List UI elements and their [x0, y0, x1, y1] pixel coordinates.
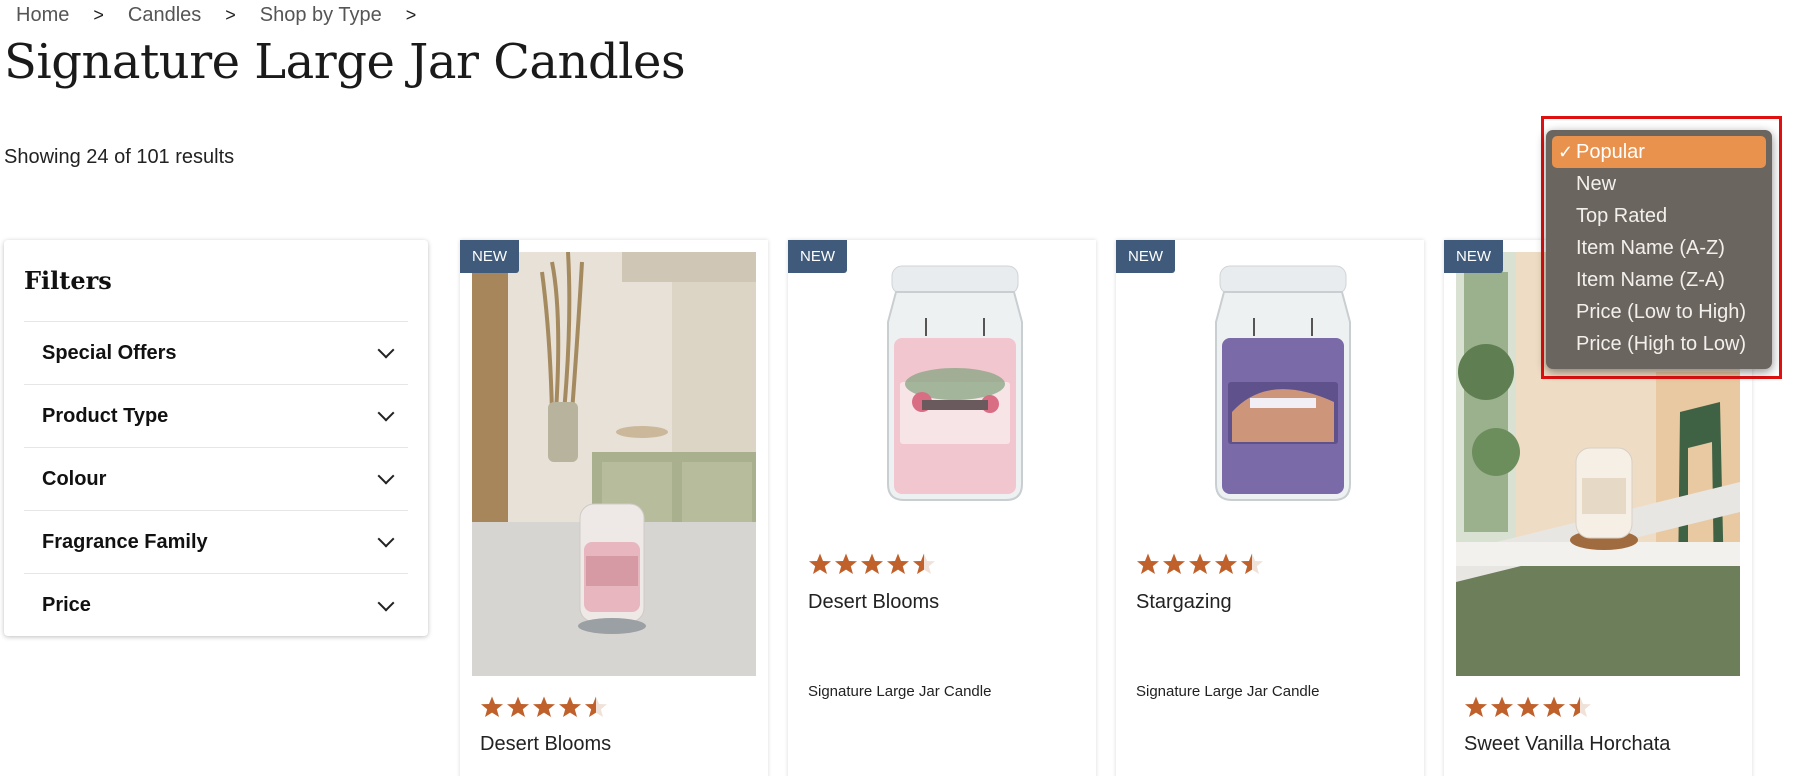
product-name[interactable]: Desert Blooms — [808, 591, 939, 614]
new-badge: NEW — [1116, 240, 1175, 273]
sort-option-label: Top Rated — [1576, 205, 1668, 227]
page-title: Signature Large Jar Candles — [4, 34, 686, 90]
sort-option-top-rated[interactable]: Top Rated — [1552, 200, 1766, 232]
filter-label: Fragrance Family — [42, 530, 208, 553]
star-full-icon — [1543, 696, 1565, 717]
new-badge: NEW — [1444, 240, 1503, 273]
sort-option-price-low-high[interactable]: Price (Low to High) — [1552, 296, 1766, 328]
sort-option-label: Item Name (Z-A) — [1576, 269, 1725, 291]
new-badge: NEW — [788, 240, 847, 273]
star-half-icon — [585, 696, 607, 717]
star-full-icon — [1465, 696, 1487, 717]
star-full-icon — [861, 553, 883, 574]
results-count: Showing 24 of 101 results — [4, 146, 235, 168]
product-image[interactable] — [1128, 252, 1412, 512]
rating-stars — [808, 552, 936, 576]
product-name[interactable]: Sweet Vanilla Horchata — [1464, 733, 1670, 756]
product-name[interactable]: Stargazing — [1136, 591, 1232, 614]
product-card[interactable]: NEW Stargazing Signature Large Jar Candl… — [1116, 240, 1424, 776]
sort-option-new[interactable]: New — [1552, 168, 1766, 200]
filter-fragrance-family[interactable]: Fragrance Family — [24, 511, 408, 574]
breadcrumb-candles-link[interactable]: Candles — [128, 4, 201, 27]
sort-option-popular[interactable]: ✓ Popular — [1552, 136, 1766, 168]
breadcrumb-home-link[interactable]: Home — [16, 4, 69, 27]
chevron-down-icon — [377, 467, 395, 485]
star-full-icon — [481, 696, 503, 717]
breadcrumb-separator: > — [93, 5, 104, 25]
product-image[interactable] — [472, 252, 756, 676]
sort-dropdown-menu[interactable]: ✓ Popular New Top Rated Item Name (A-Z) … — [1546, 130, 1772, 369]
rating-stars — [1136, 552, 1264, 576]
star-half-icon — [1241, 553, 1263, 574]
star-full-icon — [835, 553, 857, 574]
rating-stars — [1464, 695, 1592, 719]
star-full-icon — [1517, 696, 1539, 717]
star-half-icon — [913, 553, 935, 574]
star-full-icon — [1137, 553, 1159, 574]
star-full-icon — [1163, 553, 1185, 574]
breadcrumb-separator: > — [405, 5, 417, 25]
checkmark-icon: ✓ — [1558, 142, 1574, 162]
product-type: Signature Large Jar Candle — [808, 683, 992, 700]
filters-panel: Filters Special Offers Product Type Colo… — [4, 240, 428, 636]
chevron-down-icon — [377, 594, 395, 611]
product-type: Signature Large Jar Candle — [1136, 683, 1320, 700]
sort-option-label: Popular — [1576, 141, 1645, 163]
star-full-icon — [887, 553, 909, 574]
filter-colour[interactable]: Colour — [24, 448, 408, 511]
filters-title: Filters — [24, 266, 408, 322]
filter-price[interactable]: Price — [24, 574, 408, 637]
star-half-icon — [1569, 696, 1591, 717]
star-full-icon — [559, 696, 581, 717]
sort-option-label: Item Name (A-Z) — [1576, 237, 1725, 259]
star-full-icon — [1491, 696, 1513, 717]
sort-option-name-a-z[interactable]: Item Name (A-Z) — [1552, 232, 1766, 264]
filter-special-offers[interactable]: Special Offers — [24, 322, 408, 385]
star-full-icon — [507, 696, 529, 717]
breadcrumb: Home > Candles > Shop by Type > — [16, 4, 440, 27]
filter-label: Product Type — [42, 404, 169, 427]
product-card[interactable]: NEW Desert Blooms Signature Large Jar Ca… — [788, 240, 1096, 776]
star-full-icon — [1215, 553, 1237, 574]
filter-label: Colour — [42, 467, 107, 490]
sort-option-label: Price (Low to High) — [1576, 301, 1747, 323]
chevron-down-icon — [377, 404, 395, 422]
product-name[interactable]: Desert Blooms — [480, 733, 611, 756]
breadcrumb-separator: > — [225, 5, 236, 25]
filter-product-type[interactable]: Product Type — [24, 385, 408, 448]
product-card[interactable]: NEW Desert Blooms — [460, 240, 768, 776]
breadcrumb-shop-by-type-link[interactable]: Shop by Type — [260, 4, 382, 27]
sort-option-label: Price (High to Low) — [1576, 333, 1747, 355]
star-full-icon — [533, 696, 555, 717]
chevron-down-icon — [377, 530, 395, 548]
sort-option-label: New — [1576, 173, 1617, 195]
star-full-icon — [809, 553, 831, 574]
product-image[interactable] — [800, 252, 1084, 512]
filter-label: Price — [42, 594, 91, 616]
chevron-down-icon — [377, 341, 395, 359]
star-full-icon — [1189, 553, 1211, 574]
sort-option-name-z-a[interactable]: Item Name (Z-A) — [1552, 264, 1766, 296]
sort-option-price-high-low[interactable]: Price (High to Low) — [1552, 328, 1766, 360]
filter-label: Special Offers — [42, 341, 177, 364]
rating-stars — [480, 695, 608, 719]
new-badge: NEW — [460, 240, 519, 273]
